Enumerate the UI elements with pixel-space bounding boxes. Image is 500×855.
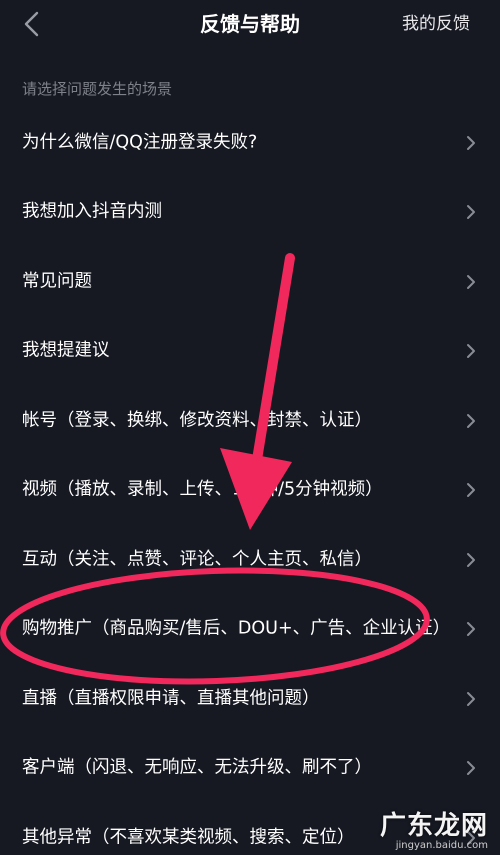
chevron-left-icon bbox=[24, 11, 39, 37]
chevron-right-icon bbox=[467, 344, 475, 359]
chevron-right-icon bbox=[467, 135, 475, 150]
scenario-list: 为什么微信/QQ注册登录失败? 我想加入抖音内测 常见问题 我想提建议 帐号（登… bbox=[0, 108, 500, 855]
list-item[interactable]: 我想提建议 bbox=[0, 317, 500, 387]
chevron-right-icon bbox=[467, 691, 475, 706]
chevron-right-icon bbox=[467, 622, 475, 637]
list-item-highlighted[interactable]: 购物推广（商品购买/售后、DOU+、广告、企业认证） bbox=[0, 595, 500, 665]
feedback-help-screen: 反馈与帮助 我的反馈 请选择问题发生的场景 为什么微信/QQ注册登录失败? 我想… bbox=[0, 0, 500, 855]
list-item-label: 客户端（闪退、无响应、无法升级、刷不了） bbox=[22, 757, 372, 778]
list-item[interactable]: 为什么微信/QQ注册登录失败? bbox=[0, 108, 500, 178]
list-item[interactable]: 我想加入抖音内测 bbox=[0, 178, 500, 248]
chevron-right-icon bbox=[467, 413, 475, 428]
list-item-label: 常见问题 bbox=[22, 271, 92, 292]
top-navigation-bar: 反馈与帮助 我的反馈 bbox=[0, 0, 500, 48]
list-item-label: 购物推广（商品购买/售后、DOU+、广告、企业认证） bbox=[22, 618, 451, 639]
list-item[interactable]: 互动（关注、点赞、评论、个人主页、私信） bbox=[0, 525, 500, 595]
chevron-right-icon bbox=[467, 274, 475, 289]
list-item-label: 其他异常（不喜欢某类视频、搜索、定位） bbox=[22, 827, 355, 848]
chevron-right-icon bbox=[467, 552, 475, 567]
list-item-label: 帐号（登录、换绑、修改资料、封禁、认证） bbox=[22, 410, 372, 431]
list-item[interactable]: 视频（播放、录制、上传、1分钟/5分钟视频） bbox=[0, 456, 500, 526]
list-item[interactable]: 其他异常（不喜欢某类视频、搜索、定位） bbox=[0, 803, 500, 855]
list-item[interactable]: 常见问题 bbox=[0, 247, 500, 317]
list-item[interactable]: 客户端（闪退、无响应、无法升级、刷不了） bbox=[0, 734, 500, 804]
back-button[interactable] bbox=[14, 6, 50, 42]
section-label: 请选择问题发生的场景 bbox=[22, 80, 173, 98]
list-item-label: 互动（关注、点赞、评论、个人主页、私信） bbox=[22, 549, 372, 570]
chevron-right-icon bbox=[467, 205, 475, 220]
list-item[interactable]: 帐号（登录、换绑、修改资料、封禁、认证） bbox=[0, 386, 500, 456]
list-item-label: 直播（直播权限申请、直播其他问题） bbox=[22, 688, 320, 709]
chevron-right-icon bbox=[467, 761, 475, 776]
list-item[interactable]: 直播（直播权限申请、直播其他问题） bbox=[0, 664, 500, 734]
list-item-label: 我想提建议 bbox=[22, 340, 110, 361]
list-item-label: 我想加入抖音内测 bbox=[22, 201, 162, 222]
chevron-right-icon bbox=[467, 483, 475, 498]
chevron-right-icon bbox=[467, 830, 475, 845]
list-item-label: 视频（播放、录制、上传、1分钟/5分钟视频） bbox=[22, 479, 383, 500]
my-feedback-button[interactable]: 我的反馈 bbox=[402, 0, 470, 48]
list-item-label: 为什么微信/QQ注册登录失败? bbox=[22, 132, 258, 153]
